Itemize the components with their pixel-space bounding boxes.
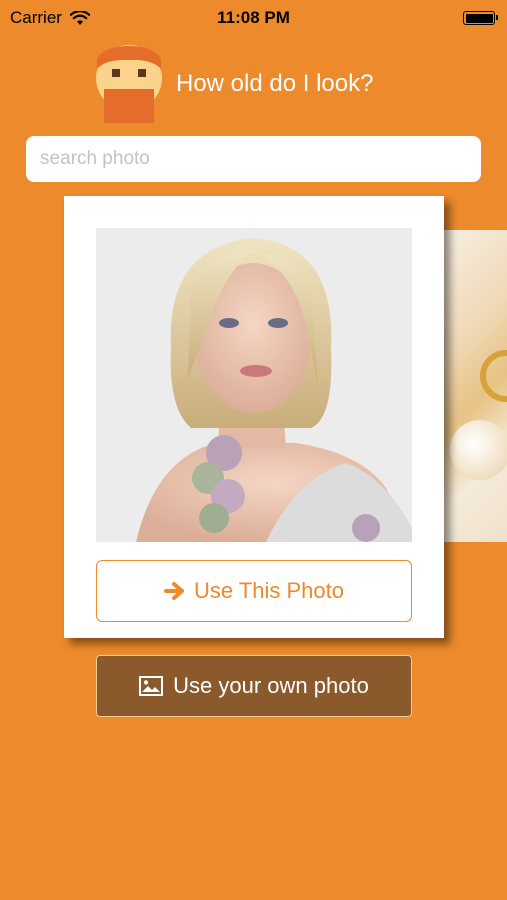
app-title: How old do I look?: [176, 70, 374, 97]
search-box[interactable]: [26, 136, 481, 182]
use-own-photo-label: Use your own photo: [173, 673, 369, 698]
use-own-photo-button[interactable]: Use your own photo: [96, 655, 412, 717]
face-logo-icon: [96, 45, 162, 123]
battery-level: [465, 13, 493, 23]
status-time: 11:08 PM: [217, 8, 290, 27]
image-icon: [139, 676, 164, 696]
next-photo-detail: [450, 420, 507, 480]
sample-photo: [96, 228, 412, 542]
use-this-photo-label: Use This Photo: [193, 578, 344, 603]
portrait-image: [96, 228, 412, 542]
photo-card[interactable]: Use This Photo: [64, 196, 444, 638]
battery-icon: [463, 11, 498, 25]
next-photo-card[interactable]: [440, 230, 507, 542]
arrow-right-icon: [163, 582, 184, 600]
next-photo-detail: [480, 350, 507, 402]
use-this-photo-button[interactable]: Use This Photo: [96, 560, 412, 622]
search-input[interactable]: [38, 147, 469, 171]
status-bar: Carrier 11:08 PM: [0, 0, 507, 36]
